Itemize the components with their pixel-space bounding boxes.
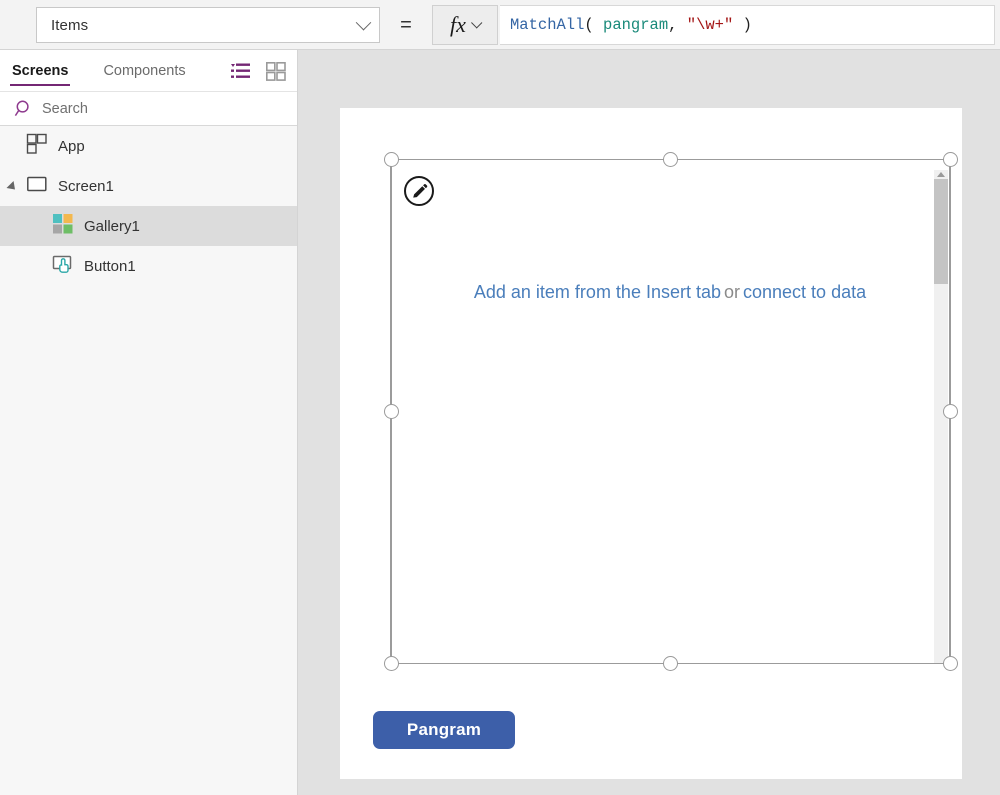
tree-item-label: Button1 bbox=[84, 257, 136, 275]
formula-token-4: "\w+" bbox=[686, 16, 734, 34]
tree-item-screen1[interactable]: Screen1 bbox=[0, 166, 297, 206]
gallery-scrollbar-thumb[interactable] bbox=[934, 179, 948, 284]
pangram-button-label: Pangram bbox=[406, 720, 482, 739]
chevron-down-icon bbox=[355, 14, 372, 30]
resize-handle-bottom-left[interactable] bbox=[384, 656, 399, 671]
formula-token-3: , bbox=[668, 16, 687, 34]
fx-button[interactable]: fx bbox=[432, 5, 498, 45]
formula-input[interactable]: MatchAll( pangram, "\w+" ) bbox=[500, 5, 995, 45]
gallery-empty-placeholder: Add an item from the Insert tab or connect… bbox=[391, 282, 949, 303]
gallery-icon bbox=[52, 213, 74, 239]
equals-sign: = bbox=[400, 14, 412, 36]
resize-handle-bottom-center[interactable] bbox=[663, 656, 678, 671]
resize-handle-top-center[interactable] bbox=[663, 152, 678, 167]
tab-screens[interactable]: Screens bbox=[10, 50, 71, 91]
left-panel: Screens Components Search App Screen1 Ga… bbox=[0, 50, 298, 795]
resize-handle-middle-left[interactable] bbox=[384, 404, 399, 419]
search-icon bbox=[14, 99, 34, 119]
formula-token-2: pangram bbox=[603, 16, 669, 34]
pencil-icon bbox=[412, 183, 427, 198]
gallery-control[interactable]: Add an item from the Insert tab or connect… bbox=[390, 159, 950, 664]
button-icon bbox=[52, 253, 74, 279]
thumbnail-view-icon[interactable] bbox=[266, 62, 286, 81]
formula-token-0: MatchAll bbox=[510, 16, 585, 34]
connect-to-data-link[interactable]: connect to data bbox=[743, 282, 866, 302]
tab-components[interactable]: Components bbox=[101, 50, 187, 91]
chevron-down-icon bbox=[470, 17, 483, 29]
resize-handle-top-left[interactable] bbox=[384, 152, 399, 167]
function-icon: fx bbox=[450, 12, 466, 37]
formula-bar: Items = fx MatchAll( pangram, "\w+" ) bbox=[0, 0, 1000, 50]
insert-tab-link[interactable]: Add an item from the Insert tab bbox=[474, 282, 721, 302]
app-screen[interactable]: Add an item from the Insert tab or connect… bbox=[340, 108, 962, 779]
property-dropdown[interactable]: Items bbox=[36, 7, 380, 43]
tree-item-button1[interactable]: Button1 bbox=[0, 246, 297, 286]
canvas-area: Add an item from the Insert tab or connect… bbox=[298, 50, 1000, 795]
placeholder-or-text: or bbox=[724, 282, 741, 302]
resize-handle-top-right[interactable] bbox=[943, 152, 958, 167]
resize-handle-middle-right[interactable] bbox=[943, 404, 958, 419]
tree-item-label: Screen1 bbox=[58, 177, 114, 195]
tree-item-label: Gallery1 bbox=[84, 217, 140, 235]
pangram-button[interactable]: Pangram bbox=[373, 711, 515, 749]
tree-view-icon[interactable] bbox=[230, 61, 252, 81]
component-tree: App Screen1 Gallery1 Button1 bbox=[0, 126, 297, 286]
formula-token-1: ( bbox=[584, 16, 604, 34]
scroll-up-arrow-icon[interactable] bbox=[937, 172, 945, 177]
search-input[interactable]: Search bbox=[0, 91, 297, 126]
resize-handle-bottom-right[interactable] bbox=[943, 656, 958, 671]
property-dropdown-value: Items bbox=[51, 16, 89, 34]
screen-icon bbox=[26, 173, 48, 199]
tree-item-label: App bbox=[58, 137, 85, 155]
gallery-edit-button[interactable] bbox=[404, 176, 434, 206]
expand-collapse-caret-icon[interactable] bbox=[6, 180, 19, 194]
search-placeholder: Search bbox=[42, 100, 88, 117]
tree-item-app[interactable]: App bbox=[0, 126, 297, 166]
panel-tabs: Screens Components bbox=[0, 50, 297, 91]
tree-item-gallery1[interactable]: Gallery1 bbox=[0, 206, 297, 246]
app-icon bbox=[26, 133, 48, 159]
formula-token-5: ) bbox=[733, 16, 752, 34]
